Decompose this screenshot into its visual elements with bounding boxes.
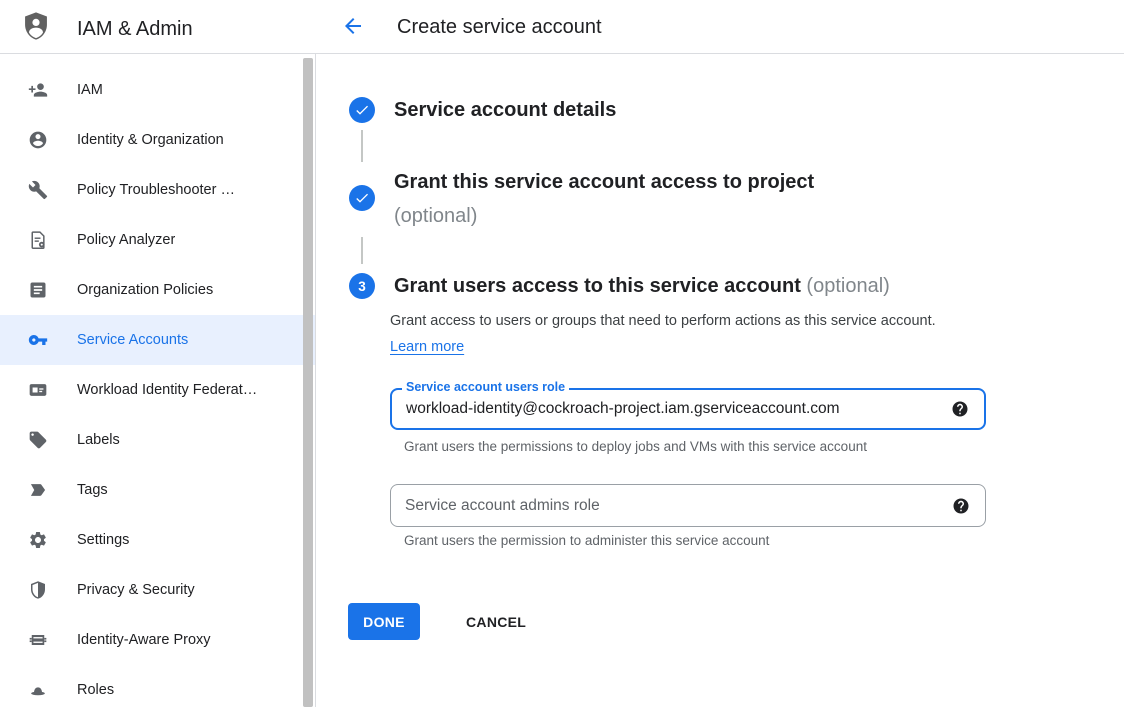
sidebar-item-tags[interactable]: Tags: [0, 465, 316, 515]
users-role-help-button[interactable]: [951, 400, 969, 418]
learn-more-link[interactable]: Learn more: [390, 339, 464, 355]
sidebar-item-label: Identity & Organization: [77, 132, 224, 148]
sidebar-item-label: Roles: [77, 682, 114, 698]
admins-role-field: [390, 484, 986, 527]
sidebar-divider: [315, 0, 316, 707]
product-brand: IAM & Admin: [20, 10, 193, 47]
top-bar: IAM & Admin Create service account: [0, 0, 1124, 54]
sidebar-item-privacy-security[interactable]: Privacy & Security: [0, 565, 316, 615]
account-circle-icon: [28, 130, 48, 150]
sidebar-item-identity-organization[interactable]: Identity & Organization: [0, 115, 316, 165]
step-connector: [361, 237, 363, 264]
sidebar-item-service-accounts[interactable]: Service Accounts: [0, 315, 316, 365]
page-header: Create service account: [341, 0, 365, 54]
users-role-input[interactable]: [392, 390, 984, 428]
sidebar-item-identity-aware-proxy[interactable]: Identity-Aware Proxy: [0, 615, 316, 665]
sidebar-item-settings[interactable]: Settings: [0, 515, 316, 565]
gcp-console-app: IAM & Admin Create service account IAM I…: [0, 0, 1124, 707]
gear-icon: [28, 530, 48, 550]
step3-optional-label: (optional): [806, 275, 889, 297]
admins-role-help-button[interactable]: [952, 497, 970, 515]
sidebar-item-label: Organization Policies: [77, 282, 213, 298]
step1-title: Service account details: [394, 96, 616, 124]
document-icon: [28, 280, 48, 300]
step3-description-text: Grant access to users or groups that nee…: [390, 313, 936, 329]
sidebar-item-roles[interactable]: Roles: [0, 665, 316, 707]
back-button[interactable]: [341, 15, 365, 39]
sidebar-item-policy-analyzer[interactable]: Policy Analyzer: [0, 215, 316, 265]
step1-check-circle-icon: [349, 97, 375, 123]
done-button[interactable]: DONE: [348, 603, 420, 640]
sidebar-item-label: Workload Identity Federat…: [77, 382, 257, 398]
sidebar-item-label: Service Accounts: [77, 332, 188, 348]
create-service-account-form: Service account details Grant this servi…: [316, 54, 1124, 707]
tag-arrow-icon: [28, 480, 48, 500]
step3-number: 3: [358, 279, 366, 294]
sidebar-item-organization-policies[interactable]: Organization Policies: [0, 265, 316, 315]
page-title: Create service account: [397, 16, 602, 39]
sidebar-item-label: Privacy & Security: [77, 582, 195, 598]
sidebar-nav: IAM Identity & Organization Policy Troub…: [0, 54, 316, 707]
sidebar-item-policy-troubleshooter[interactable]: Policy Troubleshooter …: [0, 165, 316, 215]
service-account-key-icon: [28, 330, 48, 350]
arrow-back-icon: [341, 14, 365, 41]
step2-optional-label: (optional): [394, 199, 814, 233]
step2-check-circle-icon: [349, 185, 375, 211]
sidebar-scrollbar-thumb[interactable]: [303, 58, 313, 707]
sidebar-item-label: Settings: [77, 532, 129, 548]
shield-icon: [28, 580, 48, 600]
iam-shield-logo: [20, 10, 52, 47]
sidebar-item-workload-identity-federation[interactable]: Workload Identity Federat…: [0, 365, 316, 415]
help-icon: [952, 497, 970, 515]
person-add-icon: [28, 80, 48, 100]
sidebar-item-labels[interactable]: Labels: [0, 415, 316, 465]
admins-role-input[interactable]: [391, 485, 985, 526]
step3-title: Grant users access to this service accou…: [394, 272, 890, 300]
step3-number-circle: 3: [349, 273, 375, 299]
sidebar-item-label: IAM: [77, 82, 103, 98]
step2-title: Grant this service account access to pro…: [394, 165, 814, 233]
sidebar-item-label: Policy Analyzer: [77, 232, 175, 248]
wrench-icon: [28, 180, 48, 200]
proxy-icon: [28, 630, 48, 650]
sidebar-item-label: Policy Troubleshooter …: [77, 182, 235, 198]
sidebar-item-label: Identity-Aware Proxy: [77, 632, 211, 648]
roles-hat-icon: [28, 680, 48, 700]
policy-analyzer-icon: [28, 230, 48, 250]
badge-card-icon: [28, 380, 48, 400]
form-actions: DONE CANCEL: [348, 603, 542, 640]
sidebar-item-label: Labels: [77, 432, 120, 448]
users-role-helper-text: Grant users the permissions to deploy jo…: [404, 438, 867, 455]
sidebar-item-iam[interactable]: IAM: [0, 65, 316, 115]
admins-role-helper-text: Grant users the permission to administer…: [404, 532, 769, 549]
users-role-field: Service account users role: [390, 388, 986, 430]
step3-description: Grant access to users or groups that nee…: [390, 309, 950, 360]
product-title: IAM & Admin: [77, 12, 193, 46]
step-connector: [361, 130, 363, 162]
step3-title-text: Grant users access to this service accou…: [394, 275, 801, 297]
sidebar-item-label: Tags: [77, 482, 108, 498]
users-role-field-label: Service account users role: [402, 380, 569, 394]
help-icon: [951, 400, 969, 418]
step2-title-text: Grant this service account access to pro…: [394, 171, 814, 193]
label-tag-icon: [28, 430, 48, 450]
cancel-button[interactable]: CANCEL: [450, 603, 542, 640]
